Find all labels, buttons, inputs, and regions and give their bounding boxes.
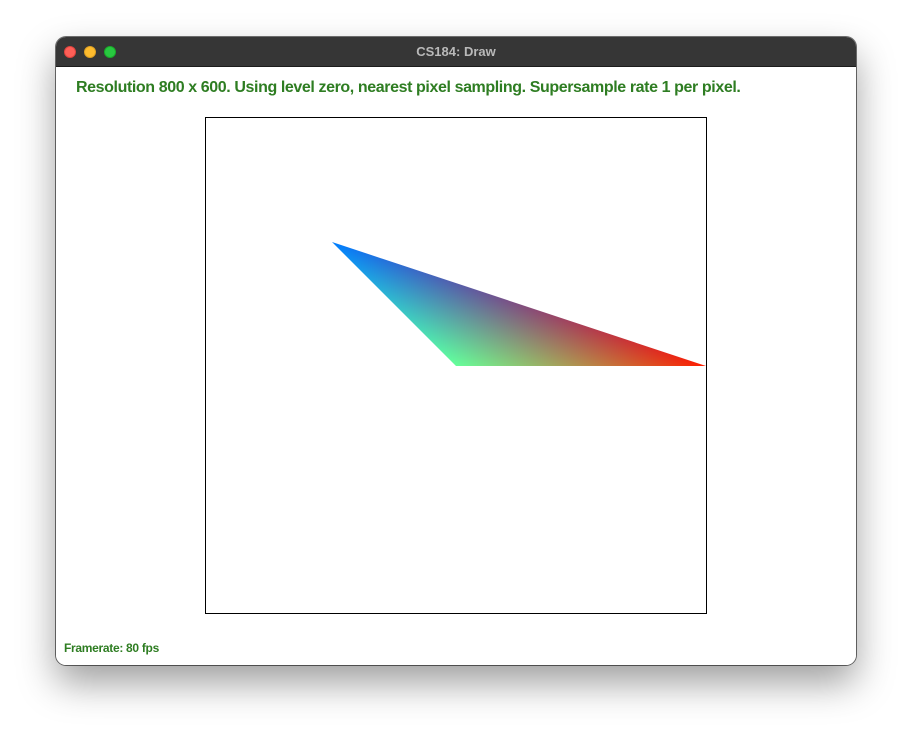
title-bar[interactable]: CS184: Draw bbox=[56, 37, 856, 67]
color-interpolated-triangle bbox=[332, 242, 706, 366]
status-text: Resolution 800 x 600. Using level zero, … bbox=[76, 79, 741, 96]
rasterized-canvas bbox=[332, 242, 706, 366]
draw-viewport[interactable]: Resolution 800 x 600. Using level zero, … bbox=[56, 67, 856, 665]
window-title: CS184: Draw bbox=[416, 44, 496, 59]
framerate-label: Framerate: 80 fps bbox=[64, 641, 159, 655]
app-window: CS184: Draw Resolution 800 x 600. Using … bbox=[56, 37, 856, 665]
svg-canvas-frame[interactable] bbox=[205, 117, 707, 614]
